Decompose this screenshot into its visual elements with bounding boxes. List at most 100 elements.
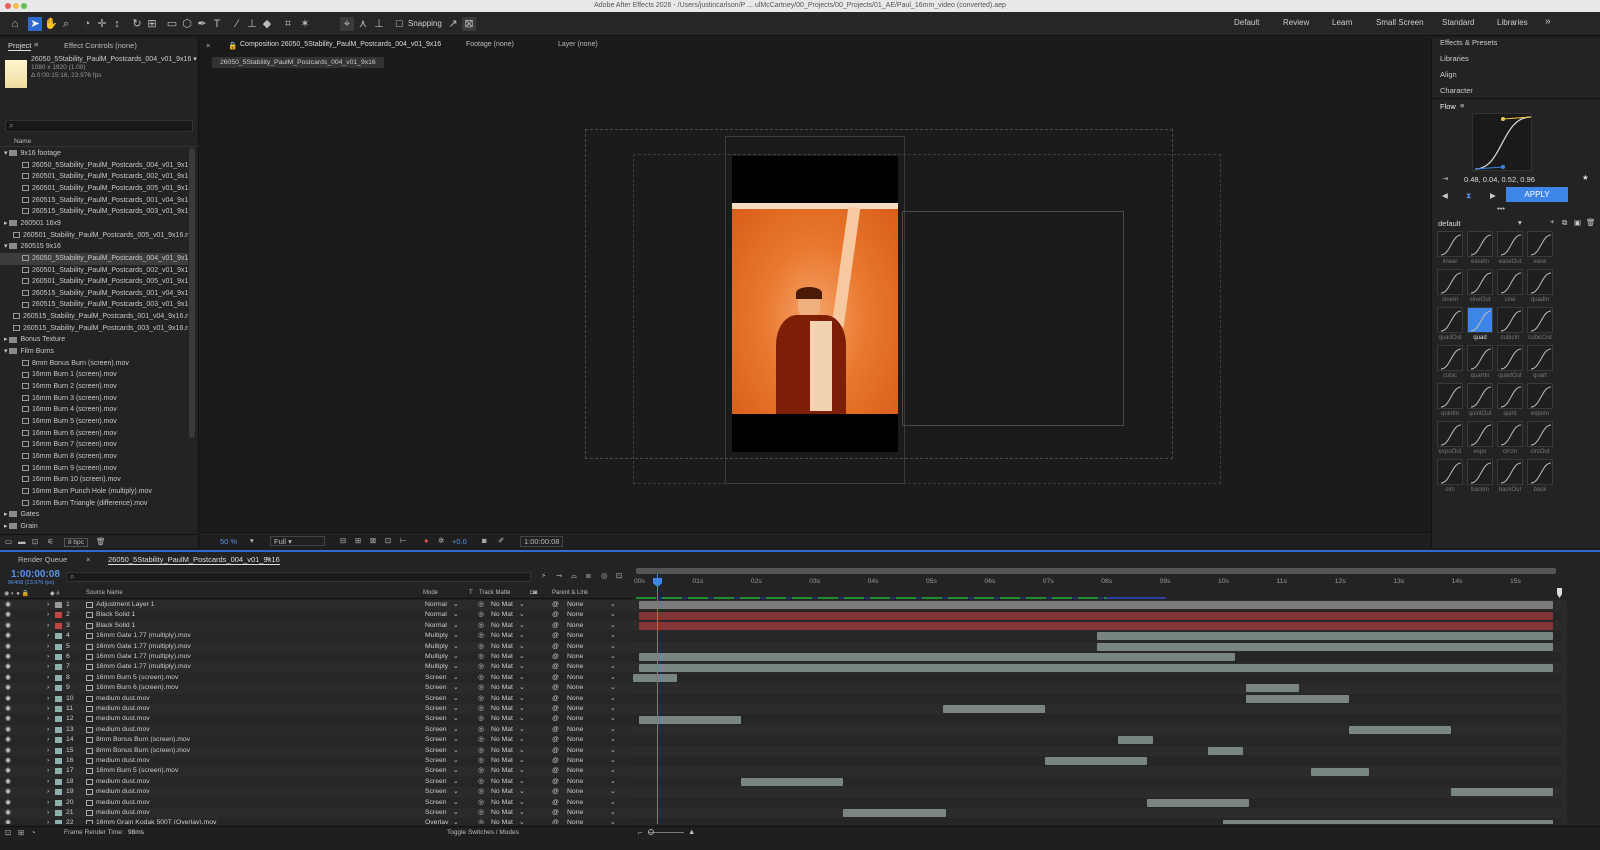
chevron-down-icon[interactable]: ⌄ <box>453 808 459 818</box>
home-icon[interactable]: ⌂ <box>8 17 22 31</box>
parent-link-header[interactable]: Parent & Link <box>552 590 588 596</box>
layer-duration-bar[interactable] <box>1246 684 1299 693</box>
toggle-modes-icon[interactable]: ⊞ <box>18 828 24 837</box>
preset-backIn[interactable] <box>1467 459 1493 485</box>
track-matte-dropdown[interactable]: No Mat <box>491 746 513 756</box>
layer-name[interactable]: 16mm Gate 1.77 (multiply).mov <box>96 642 416 652</box>
layer-row[interactable]: ◉ › 4 16mm Gate 1.77 (multiply).mov Multiply… <box>0 631 632 642</box>
hourglass-icon[interactable]: ⧗ <box>1466 191 1471 201</box>
chevron-down-icon[interactable]: ⌄ <box>519 725 525 735</box>
layer-name[interactable]: 16mm Gate 1.77 (multiply).mov <box>96 652 416 662</box>
chevron-down-icon[interactable]: ▾ <box>250 536 254 545</box>
chevron-down-icon[interactable]: ⌄ <box>610 714 616 724</box>
anchor-point-tool-icon[interactable]: ⊞ <box>145 17 159 31</box>
parent-dropdown[interactable]: None <box>567 662 583 672</box>
world-axis-icon[interactable]: ⋏ <box>356 17 370 31</box>
preset-set-dropdown[interactable]: default <box>1438 219 1461 228</box>
layer-mode-dropdown[interactable]: Screen <box>425 808 465 818</box>
chevron-down-icon[interactable]: ⌄ <box>519 662 525 672</box>
eye-icon[interactable]: ◉ <box>5 631 11 641</box>
dolly-camera-icon[interactable]: ↕ <box>110 17 124 31</box>
preset-quint[interactable] <box>1497 383 1523 409</box>
chevron-down-icon[interactable]: ⌄ <box>519 766 525 776</box>
layer-mode-dropdown[interactable]: Normal <box>425 600 465 610</box>
layer-name[interactable]: 16mm Burn 5 (screen).mov <box>96 766 416 776</box>
track-matte-dropdown[interactable]: No Mat <box>491 631 513 641</box>
layer-mode-dropdown[interactable]: Screen <box>425 756 465 766</box>
pick-whip-icon[interactable]: @ <box>552 621 559 631</box>
chevron-down-icon[interactable]: ⌄ <box>519 652 525 662</box>
chevron-down-icon[interactable]: ⌄ <box>519 787 525 797</box>
chevron-down-icon[interactable]: ⌄ <box>519 818 525 824</box>
lock-icon[interactable]: 🔒 <box>228 41 237 50</box>
tab-render-queue[interactable]: Render Queue <box>18 555 67 564</box>
bezier-curve-editor[interactable] <box>1472 113 1532 171</box>
hand-tool-icon[interactable]: ✋ <box>44 17 58 31</box>
frame-blending-icon[interactable]: ⧈ <box>586 571 591 581</box>
chevron-right-icon[interactable]: › <box>47 673 49 683</box>
layer-mode-dropdown[interactable]: Screen <box>425 746 465 756</box>
workspace-default[interactable]: Default <box>1234 18 1259 27</box>
eye-icon[interactable]: ◉ <box>5 714 11 724</box>
delete-preset-icon[interactable]: 🗑 <box>1586 218 1596 227</box>
project-item[interactable]: 260515_Stability_PaulM_Postcards_001_v04… <box>0 288 188 300</box>
layer-row[interactable]: ◉ › 14 8mm Bonus Burn (screen).mov Screen ⌄ ◎ N… <box>0 735 632 746</box>
chevron-down-icon[interactable]: ⌄ <box>519 777 525 787</box>
eye-icon[interactable]: ◉ <box>5 610 11 620</box>
chevron-down-icon[interactable]: ▾ <box>1518 218 1522 227</box>
zoom-window-button[interactable] <box>21 3 27 9</box>
track-matte-dropdown[interactable]: No Mat <box>491 662 513 672</box>
chevron-down-icon[interactable]: ⌄ <box>610 631 616 641</box>
layer-row[interactable]: ◉ › 1 Adjustment Layer 1 Normal ⌄ ◎ No Mat ⌄ @ Non… <box>0 600 632 611</box>
preset-quadOut[interactable] <box>1437 307 1463 333</box>
parent-dropdown[interactable]: None <box>567 787 583 797</box>
layer-duration-bar[interactable] <box>1208 746 1244 755</box>
viewer-timecode[interactable]: 1:00:00:08 <box>520 536 564 547</box>
tab-project[interactable]: Project <box>8 41 32 51</box>
chevron-down-icon[interactable]: ⌄ <box>519 704 525 714</box>
preset-backOut[interactable] <box>1497 459 1523 485</box>
parent-dropdown[interactable]: None <box>567 725 583 735</box>
project-scrollbar[interactable] <box>189 148 195 438</box>
layer-duration-bar[interactable] <box>639 611 1553 620</box>
chevron-down-icon[interactable]: ⌄ <box>453 694 459 704</box>
layer-mode-dropdown[interactable]: Multiply <box>425 652 465 662</box>
eye-icon[interactable]: ◉ <box>5 662 11 672</box>
layer-name[interactable]: medium dust.mov <box>96 756 416 766</box>
snapping-checkbox[interactable]: ☐ <box>392 17 406 31</box>
eye-icon[interactable]: ◉ <box>5 683 11 693</box>
eye-icon[interactable]: ◉ <box>5 808 11 818</box>
project-item[interactable]: 16mm Burn Triangle (difference).mov <box>0 498 188 510</box>
layer-name[interactable]: medium dust.mov <box>96 798 416 808</box>
chevron-down-icon[interactable]: ⌄ <box>610 756 616 766</box>
comp-flowchart-icon[interactable]: ⚡ <box>541 571 546 580</box>
project-item[interactable]: 260501_Stability_PaulM_Postcards_002_v01… <box>0 265 188 277</box>
preset-easeIn[interactable] <box>1467 231 1493 257</box>
project-search-input[interactable]: ⌕ <box>5 120 193 132</box>
project-item[interactable]: 260515_Stability_PaulM_Postcards_001_v04… <box>0 311 188 323</box>
project-folder[interactable]: ▸ 260501 16x9 <box>0 218 188 230</box>
track-matte-dropdown[interactable]: No Mat <box>491 714 513 724</box>
label-color-swatch[interactable] <box>55 664 62 671</box>
layer-row[interactable]: ◉ › 11 medium dust.mov Screen ⌄ ◎ No Mat ⌄ @ None ⌄ <box>0 704 632 715</box>
add-preset-icon[interactable]: + <box>1550 217 1554 226</box>
graph-editor-icon[interactable]: ⊡ <box>616 571 622 580</box>
project-item[interactable]: 8mm Bonus Burn (screen).mov <box>0 358 188 370</box>
layer-row[interactable]: ◉ › 17 16mm Burn 5 (screen).mov Screen ⌄ ◎ No M… <box>0 766 632 777</box>
chevron-down-icon[interactable]: ⌄ <box>453 631 459 641</box>
parent-dropdown[interactable]: None <box>567 777 583 787</box>
chevron-down-icon[interactable]: ⌄ <box>610 652 616 662</box>
project-item[interactable]: 16mm Burn 2 (screen).mov <box>0 381 188 393</box>
view-axis-icon[interactable]: ⊥ <box>372 17 386 31</box>
chevron-down-icon[interactable]: ⌄ <box>453 642 459 652</box>
chevron-down-icon[interactable]: ⌄ <box>453 798 459 808</box>
snap-edges-icon[interactable]: ⊠ <box>462 17 476 31</box>
selection-tool-icon[interactable]: ➤ <box>28 17 42 31</box>
label-color-swatch[interactable] <box>55 778 62 785</box>
pick-whip-icon[interactable]: @ <box>552 777 559 787</box>
chevron-down-icon[interactable]: ⌄ <box>453 683 459 693</box>
project-item[interactable]: 16mm Burn 6 (screen).mov <box>0 428 188 440</box>
layer-mode-dropdown[interactable]: Normal <box>425 621 465 631</box>
chevron-down-icon[interactable]: ⌄ <box>453 673 459 683</box>
new-folder-icon[interactable]: ▬ <box>18 537 26 546</box>
